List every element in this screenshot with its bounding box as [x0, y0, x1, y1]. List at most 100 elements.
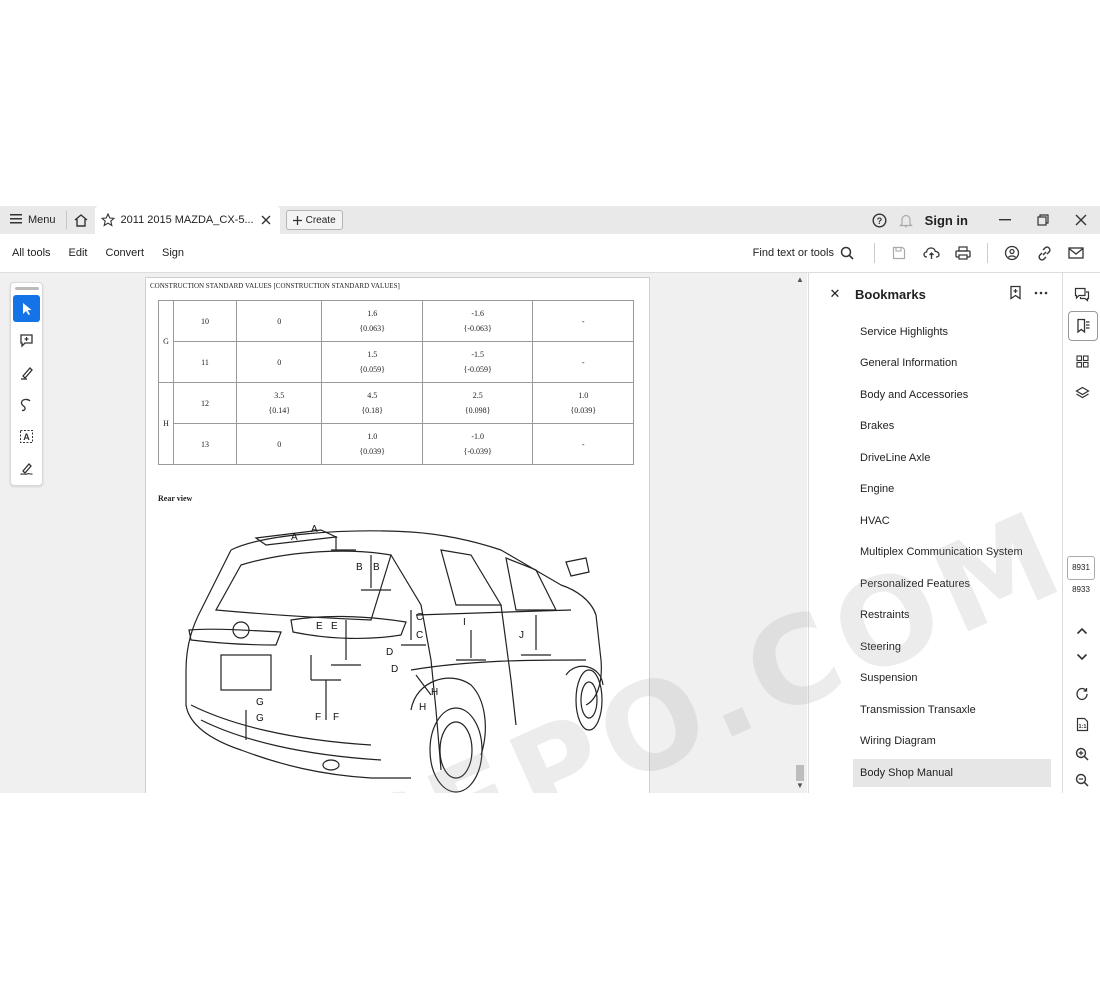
previous-page-button[interactable]	[1068, 617, 1096, 645]
next-page-button[interactable]	[1068, 643, 1096, 671]
help-icon: ?	[872, 212, 887, 228]
bookmarks-rail-button[interactable]	[1068, 311, 1098, 341]
bookmark-item[interactable]: DriveLine Axle	[853, 444, 1051, 472]
document-tab[interactable]: 2011 2015 MAZDA_CX-5...	[94, 206, 280, 234]
rotate-button[interactable]	[1068, 680, 1096, 708]
scroll-up-arrow[interactable]: ▲	[795, 275, 805, 285]
more-options-icon[interactable]	[1034, 291, 1048, 295]
bookmark-item[interactable]: Multiplex Communication System	[853, 539, 1051, 567]
bookmark-item[interactable]: Service Highlights	[853, 318, 1051, 346]
callout-e: E	[316, 621, 323, 632]
star-icon[interactable]	[100, 213, 115, 227]
callout-e: E	[331, 621, 338, 632]
cell-value: {0.098}	[464, 406, 491, 415]
table-cell: 1.0 {0.039}	[321, 423, 423, 465]
comments-rail-button[interactable]	[1068, 280, 1096, 308]
create-button[interactable]: Create	[285, 210, 343, 230]
sign-in-button[interactable]: Sign in	[919, 213, 986, 228]
bookmark-item[interactable]: HVAC	[853, 507, 1051, 535]
home-button[interactable]	[67, 206, 95, 234]
thumbnails-rail-button[interactable]	[1068, 347, 1096, 375]
bookmark-item[interactable]: Body and Accessories	[853, 381, 1051, 409]
bookmark-item[interactable]: Wiring Diagram	[853, 728, 1051, 756]
save-button[interactable]	[885, 239, 913, 267]
sign-menu[interactable]: Sign	[150, 247, 190, 259]
text-tool[interactable]: A	[13, 423, 40, 450]
add-bookmark-icon[interactable]	[1009, 285, 1022, 300]
scrollbar-thumb[interactable]	[796, 765, 804, 781]
highlighter-icon	[21, 367, 33, 380]
layers-icon	[1074, 386, 1090, 398]
cell-value: -1.0	[471, 432, 485, 441]
pdf-viewer-window: Menu 2011 2015 MAZDA_CX-5... Create ? Si…	[0, 206, 1100, 793]
close-window-button[interactable]	[1062, 206, 1100, 234]
menu-button[interactable]: Menu	[0, 206, 66, 234]
help-button[interactable]: ?	[867, 206, 893, 234]
bookmark-item[interactable]: Personalized Features	[853, 570, 1051, 598]
table-cell: -1.5 {-0.059}	[421, 341, 534, 383]
sign-tool[interactable]	[13, 455, 40, 482]
bookmark-item[interactable]: Steering	[853, 633, 1051, 661]
find-text-button[interactable]: Find text or tools	[753, 246, 864, 260]
share-button[interactable]	[998, 239, 1026, 267]
bookmark-item[interactable]: Engine	[853, 476, 1051, 504]
menu-label: Menu	[28, 214, 56, 226]
svg-text:1:1: 1:1	[1078, 724, 1086, 730]
minimize-icon	[999, 219, 1011, 221]
cell-value: 1.5	[367, 350, 378, 359]
bookmark-item[interactable]: Brakes	[853, 413, 1051, 441]
vertical-scrollbar[interactable]: ▲ ▼	[793, 273, 807, 793]
table-row: 13 0 1.0 {0.039} -1.0 {-0.039} -	[159, 423, 634, 465]
callout-a: A	[291, 532, 298, 543]
close-tab-icon[interactable]	[260, 214, 272, 226]
zoom-in-button[interactable]	[1068, 740, 1096, 768]
bookmark-item[interactable]: Transmission Transaxle	[853, 696, 1051, 724]
bookmark-item[interactable]: Restraints	[853, 602, 1051, 630]
comment-tool[interactable]	[13, 327, 40, 354]
scroll-down-arrow[interactable]: ▼	[795, 781, 805, 791]
document-viewport[interactable]: CONSTRUCTION STANDARD VALUES [CONSTRUCTI…	[0, 273, 807, 793]
create-label: Create	[305, 214, 336, 226]
cell-value: 1.0	[578, 391, 589, 400]
notifications-button[interactable]	[893, 206, 919, 234]
copy-link-button[interactable]	[1030, 239, 1058, 267]
plus-icon	[292, 215, 302, 225]
print-button[interactable]	[949, 239, 977, 267]
divider	[987, 243, 988, 263]
select-tool[interactable]	[13, 295, 40, 322]
highlight-tool[interactable]	[13, 359, 40, 386]
bookmarks-panel: ✕ Bookmarks Service Highlights General I…	[808, 273, 1062, 793]
zoom-out-button[interactable]	[1068, 766, 1096, 793]
title-bar: Menu 2011 2015 MAZDA_CX-5... Create ? Si…	[0, 206, 1100, 234]
restore-button[interactable]	[1024, 206, 1062, 234]
email-button[interactable]	[1062, 239, 1090, 267]
minimize-button[interactable]	[986, 206, 1024, 234]
table-cell: H	[158, 382, 174, 465]
hamburger-icon	[10, 213, 22, 227]
chevron-down-icon	[1076, 653, 1088, 661]
table-cell: -1.6 {-0.063}	[421, 300, 534, 342]
bookmark-item[interactable]: Suspension	[853, 665, 1051, 693]
refresh-icon	[1076, 687, 1088, 701]
page-number-input[interactable]: 8931	[1067, 556, 1095, 580]
layers-rail-button[interactable]	[1068, 379, 1096, 407]
bookmark-list: Service Highlights General Information B…	[853, 318, 1051, 791]
tab-title: 2011 2015 MAZDA_CX-5...	[120, 214, 254, 226]
bookmarks-title: Bookmarks	[855, 286, 926, 302]
table-cell: 0	[235, 300, 323, 342]
callout-c: C	[416, 630, 423, 641]
bookmark-item[interactable]: General Information	[853, 350, 1051, 378]
convert-menu[interactable]: Convert	[94, 247, 151, 259]
upload-button[interactable]	[917, 239, 945, 267]
draw-tool[interactable]	[13, 391, 40, 418]
drag-handle[interactable]	[14, 287, 39, 290]
fit-page-button[interactable]: 1:1	[1068, 710, 1096, 738]
close-panel-icon[interactable]: ✕	[827, 286, 843, 302]
bookmark-item-selected[interactable]: Body Shop Manual	[853, 759, 1051, 787]
callout-b: B	[356, 562, 363, 573]
all-tools-menu[interactable]: All tools	[0, 247, 57, 259]
cell-value: 1.6	[367, 309, 378, 318]
callout-h: H	[431, 687, 438, 698]
edit-menu[interactable]: Edit	[57, 247, 94, 259]
cell-value: -1.6	[471, 309, 485, 318]
